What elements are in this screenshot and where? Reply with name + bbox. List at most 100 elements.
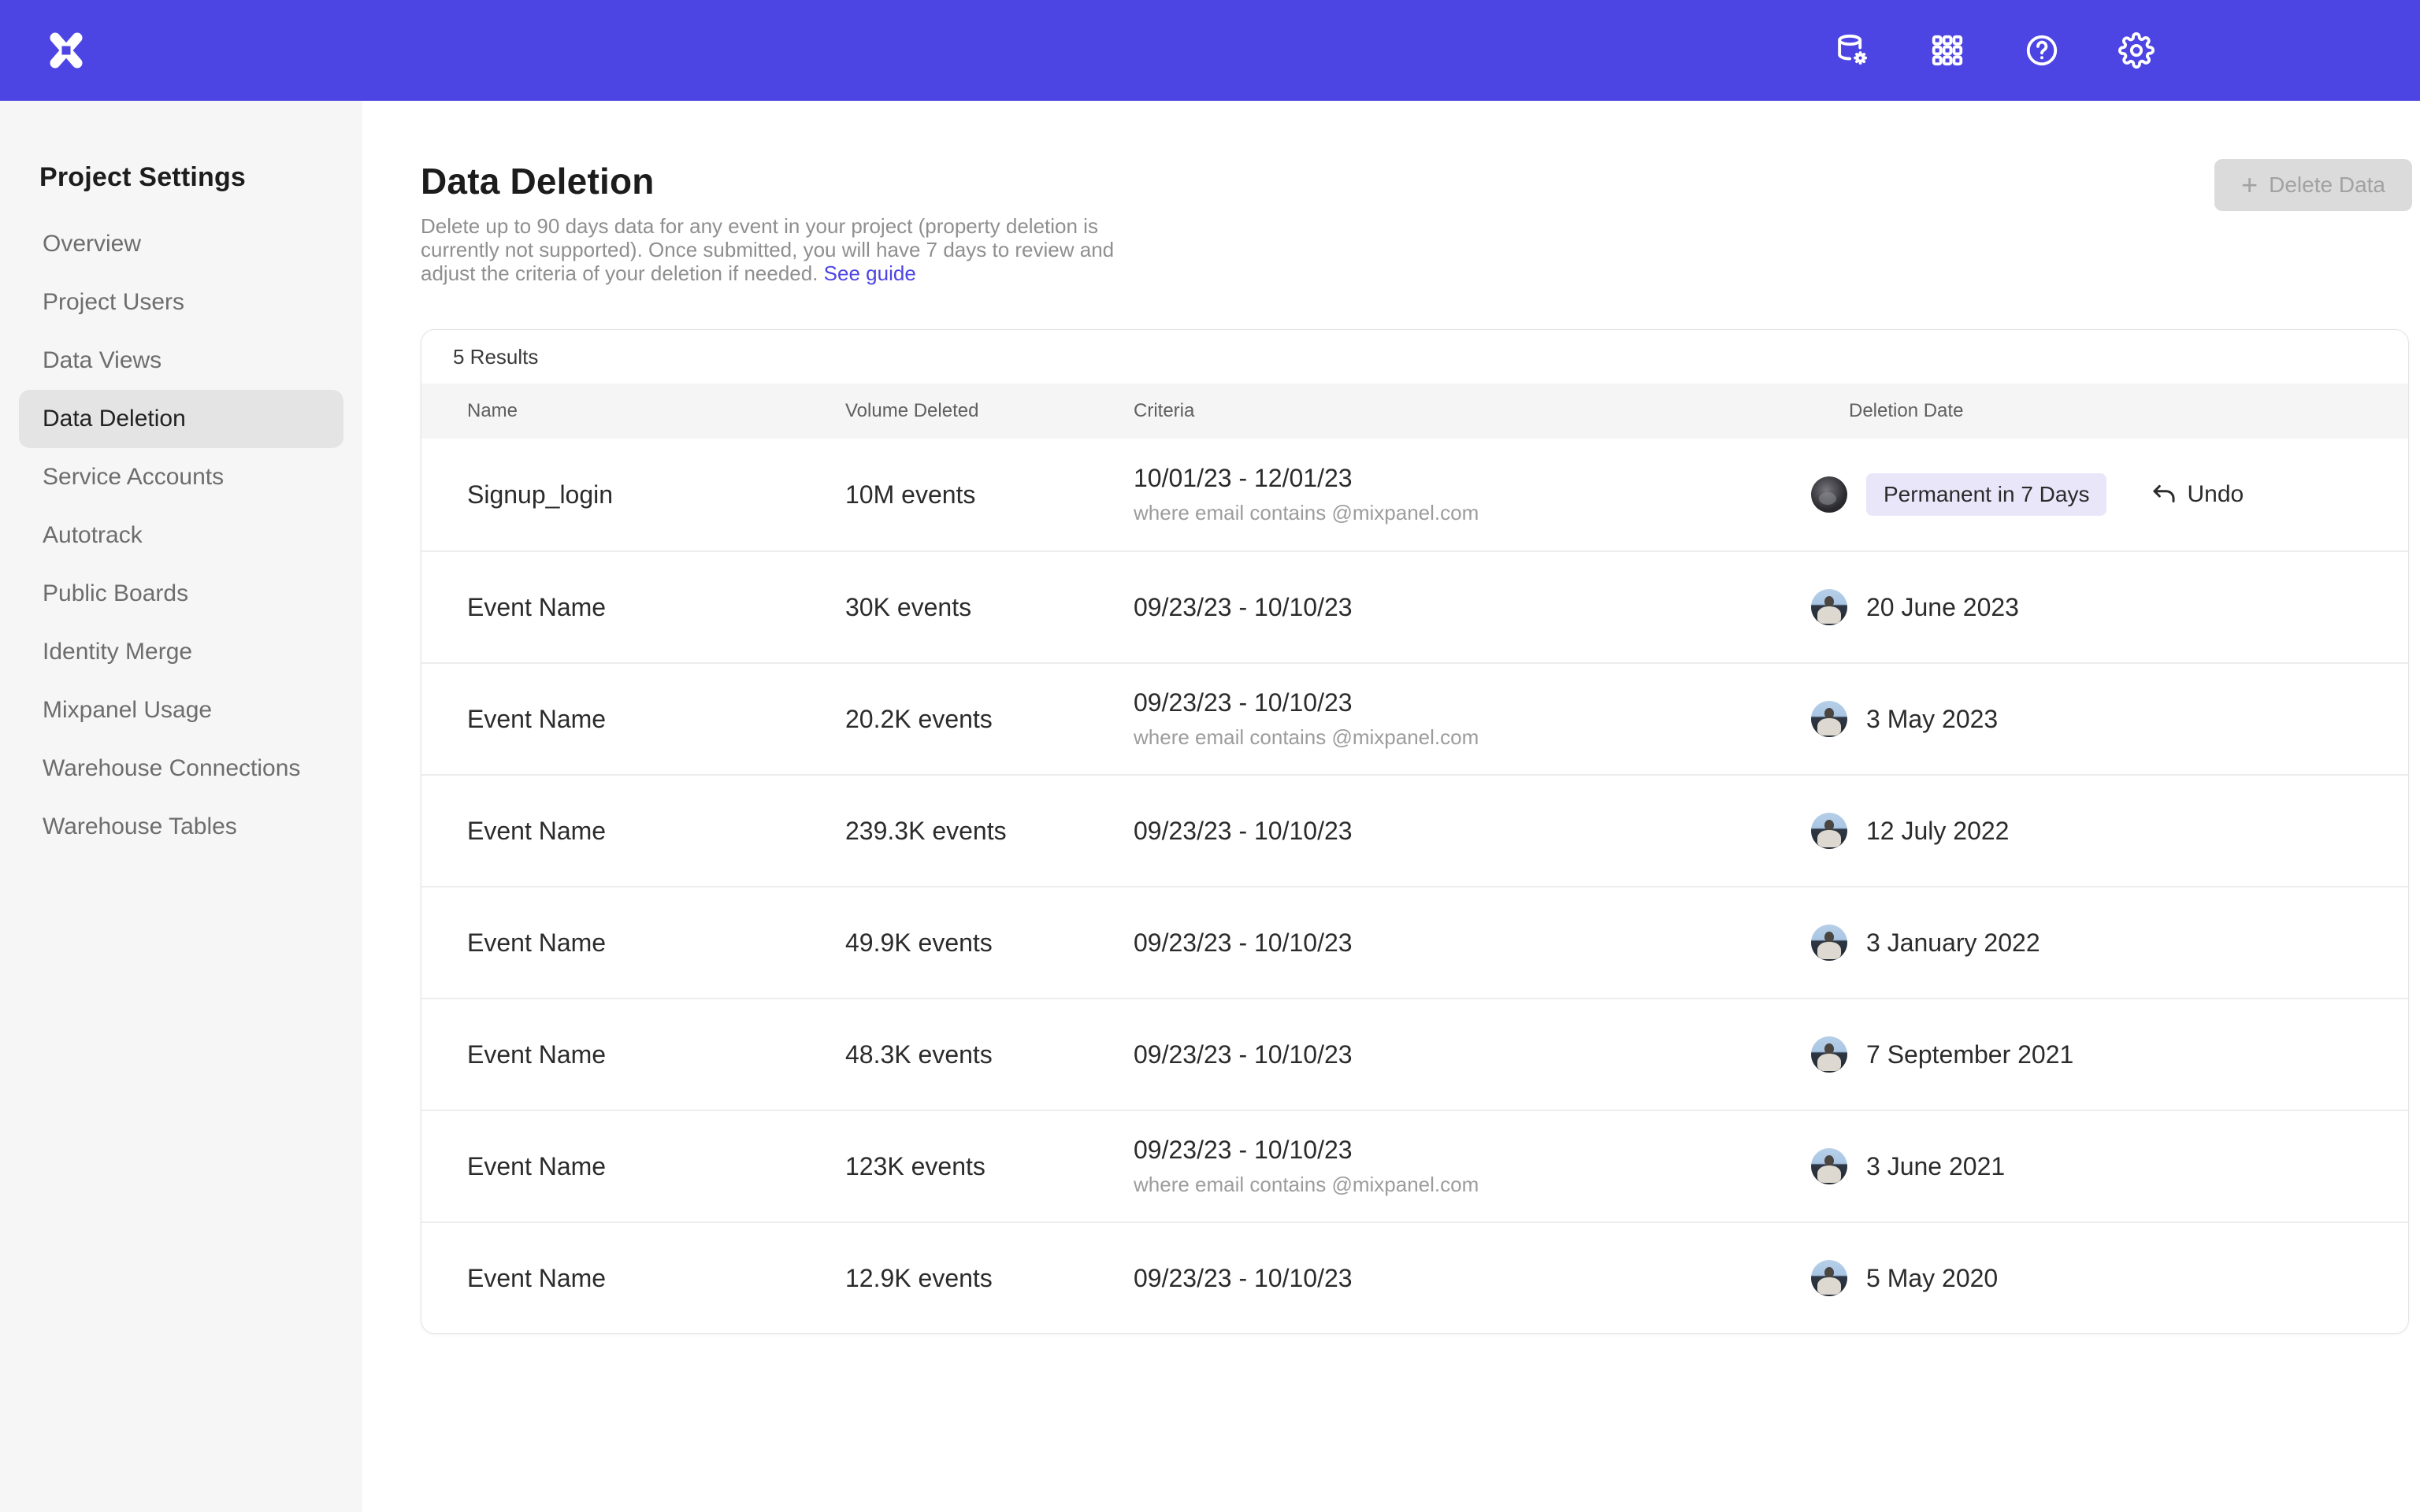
volume-deleted-cell: 10M events xyxy=(845,480,1134,510)
settings-icon[interactable] xyxy=(2118,32,2155,69)
volume-deleted-cell: 20.2K events xyxy=(845,705,1134,734)
deletion-date-cell: 7 September 2021 xyxy=(1849,1036,2377,1073)
deletion-date-cell: Permanent in 7 Days Undo xyxy=(1849,473,2377,516)
volume-deleted-cell: 30K events xyxy=(845,593,1134,622)
apps-grid-icon[interactable] xyxy=(1929,32,1965,69)
criteria-date-range: 09/23/23 - 10/10/23 xyxy=(1134,1264,1849,1293)
sidebar-item-service-accounts[interactable]: Service Accounts xyxy=(19,448,343,506)
criteria-date-range: 09/23/23 - 10/10/23 xyxy=(1134,688,1849,717)
avatar xyxy=(1811,1036,1847,1073)
undo-label: Undo xyxy=(2187,481,2244,508)
volume-deleted-cell: 123K events xyxy=(845,1152,1134,1181)
sidebar-item-label: Project Users xyxy=(43,289,184,316)
sidebar-item-warehouse-connections[interactable]: Warehouse Connections xyxy=(19,739,343,798)
deletion-date-text: 20 June 2023 xyxy=(1866,593,2019,622)
page-header: Data Deletion Delete up to 90 days data … xyxy=(421,159,2414,285)
criteria-date-range: 09/23/23 - 10/10/23 xyxy=(1134,817,1849,846)
deletion-date-cell: 3 May 2023 xyxy=(1849,701,2377,737)
table-header-row: Name Volume Deleted Criteria Deletion Da… xyxy=(421,384,2408,439)
criteria-cell: 09/23/23 - 10/10/23 xyxy=(1134,817,1849,846)
sidebar-item-mixpanel-usage[interactable]: Mixpanel Usage xyxy=(19,681,343,739)
sidebar-item-data-deletion[interactable]: Data Deletion xyxy=(19,390,343,448)
sidebar-item-label: Service Accounts xyxy=(43,464,224,491)
criteria-cell: 09/23/23 - 10/10/23 xyxy=(1134,1264,1849,1293)
criteria-filter-text: where email contains @mixpanel.com xyxy=(1134,725,1849,750)
top-navigation-bar xyxy=(0,0,2420,101)
table-row: Event Name 20.2K events 09/23/23 - 10/10… xyxy=(421,662,2408,774)
event-name-cell: Event Name xyxy=(467,928,845,958)
volume-deleted-cell: 48.3K events xyxy=(845,1040,1134,1069)
column-header-criteria: Criteria xyxy=(1134,400,1849,422)
criteria-cell: 09/23/23 - 10/10/23 where email contains… xyxy=(1134,1136,1849,1197)
event-name-cell: Signup_login xyxy=(467,480,845,510)
sidebar-item-label: Warehouse Connections xyxy=(43,755,300,782)
delete-data-button-label: Delete Data xyxy=(2269,172,2385,198)
deletion-date-cell: 5 May 2020 xyxy=(1849,1260,2377,1296)
criteria-date-range: 10/01/23 - 12/01/23 xyxy=(1134,464,1849,493)
page-description-text: Delete up to 90 days data for any event … xyxy=(421,214,1114,285)
table-row: Event Name 49.9K events 09/23/23 - 10/10… xyxy=(421,886,2408,998)
deletion-date-text: 3 May 2023 xyxy=(1866,705,1998,734)
table-row: Event Name 48.3K events 09/23/23 - 10/10… xyxy=(421,998,2408,1110)
sidebar-item-label: Identity Merge xyxy=(43,639,192,665)
sidebar-item-overview[interactable]: Overview xyxy=(19,215,343,273)
sidebar-item-label: Data Views xyxy=(43,347,161,374)
page-header-text: Data Deletion Delete up to 90 days data … xyxy=(421,159,1114,285)
sidebar-nav: Overview Project Users Data Views Data D… xyxy=(0,215,362,856)
mixpanel-logo-icon[interactable] xyxy=(46,30,87,71)
data-management-icon[interactable] xyxy=(1835,32,1871,69)
deletion-date-text: 12 July 2022 xyxy=(1866,817,2009,846)
volume-deleted-cell: 49.9K events xyxy=(845,928,1134,958)
undo-button[interactable]: Undo xyxy=(2151,481,2244,508)
deletion-date-cell: 3 January 2022 xyxy=(1849,925,2377,961)
deletion-date-text: 5 May 2020 xyxy=(1866,1264,1998,1293)
undo-icon xyxy=(2151,481,2177,508)
criteria-cell: 09/23/23 - 10/10/23 xyxy=(1134,1040,1849,1069)
deletion-date-cell: 20 June 2023 xyxy=(1849,589,2377,625)
page-description: Delete up to 90 days data for any event … xyxy=(421,214,1114,285)
table-row: Event Name 123K events 09/23/23 - 10/10/… xyxy=(421,1110,2408,1221)
volume-deleted-cell: 12.9K events xyxy=(845,1264,1134,1293)
sidebar-title: Project Settings xyxy=(0,101,362,193)
page-title: Data Deletion xyxy=(421,159,1114,203)
help-icon[interactable] xyxy=(2024,32,2060,69)
sidebar-item-identity-merge[interactable]: Identity Merge xyxy=(19,623,343,681)
delete-data-button[interactable]: + Delete Data xyxy=(2214,159,2412,211)
avatar xyxy=(1811,1260,1847,1296)
main-content: Data Deletion Delete up to 90 days data … xyxy=(362,101,2420,1512)
table-row: Signup_login 10M events 10/01/23 - 12/01… xyxy=(421,439,2408,550)
plus-icon: + xyxy=(2241,171,2258,199)
deletion-date-cell: 12 July 2022 xyxy=(1849,813,2377,849)
deletion-date-text: 7 September 2021 xyxy=(1866,1040,2073,1069)
table-body: Signup_login 10M events 10/01/23 - 12/01… xyxy=(421,439,2408,1333)
criteria-cell: 09/23/23 - 10/10/23 where email contains… xyxy=(1134,688,1849,750)
event-name-cell: Event Name xyxy=(467,817,845,846)
deletion-table-card: 5 Results Name Volume Deleted Criteria D… xyxy=(421,329,2409,1334)
deletion-date-text: 3 June 2021 xyxy=(1866,1152,2005,1181)
deletion-date-text: 3 January 2022 xyxy=(1866,928,2040,958)
project-settings-sidebar: Project Settings Overview Project Users … xyxy=(0,101,362,1512)
avatar xyxy=(1811,1148,1847,1184)
sidebar-item-warehouse-tables[interactable]: Warehouse Tables xyxy=(19,798,343,856)
topbar-icon-group xyxy=(1835,32,2155,69)
avatar xyxy=(1811,813,1847,849)
avatar xyxy=(1811,589,1847,625)
sidebar-item-label: Mixpanel Usage xyxy=(43,697,212,724)
sidebar-item-autotrack[interactable]: Autotrack xyxy=(19,506,343,565)
sidebar-item-data-views[interactable]: Data Views xyxy=(19,332,343,390)
criteria-filter-text: where email contains @mixpanel.com xyxy=(1134,1173,1849,1197)
table-row: Event Name 239.3K events 09/23/23 - 10/1… xyxy=(421,774,2408,886)
criteria-date-range: 09/23/23 - 10/10/23 xyxy=(1134,1136,1849,1165)
criteria-cell: 09/23/23 - 10/10/23 xyxy=(1134,593,1849,622)
event-name-cell: Event Name xyxy=(467,1152,845,1181)
avatar xyxy=(1811,476,1847,513)
sidebar-item-label: Warehouse Tables xyxy=(43,813,237,840)
see-guide-link[interactable]: See guide xyxy=(824,261,916,285)
sidebar-item-public-boards[interactable]: Public Boards xyxy=(19,565,343,623)
sidebar-item-label: Data Deletion xyxy=(43,406,186,432)
sidebar-item-project-users[interactable]: Project Users xyxy=(19,273,343,332)
criteria-cell: 09/23/23 - 10/10/23 xyxy=(1134,928,1849,958)
column-header-volume: Volume Deleted xyxy=(845,400,1134,422)
criteria-date-range: 09/23/23 - 10/10/23 xyxy=(1134,928,1849,958)
permanent-badge: Permanent in 7 Days xyxy=(1866,473,2106,516)
